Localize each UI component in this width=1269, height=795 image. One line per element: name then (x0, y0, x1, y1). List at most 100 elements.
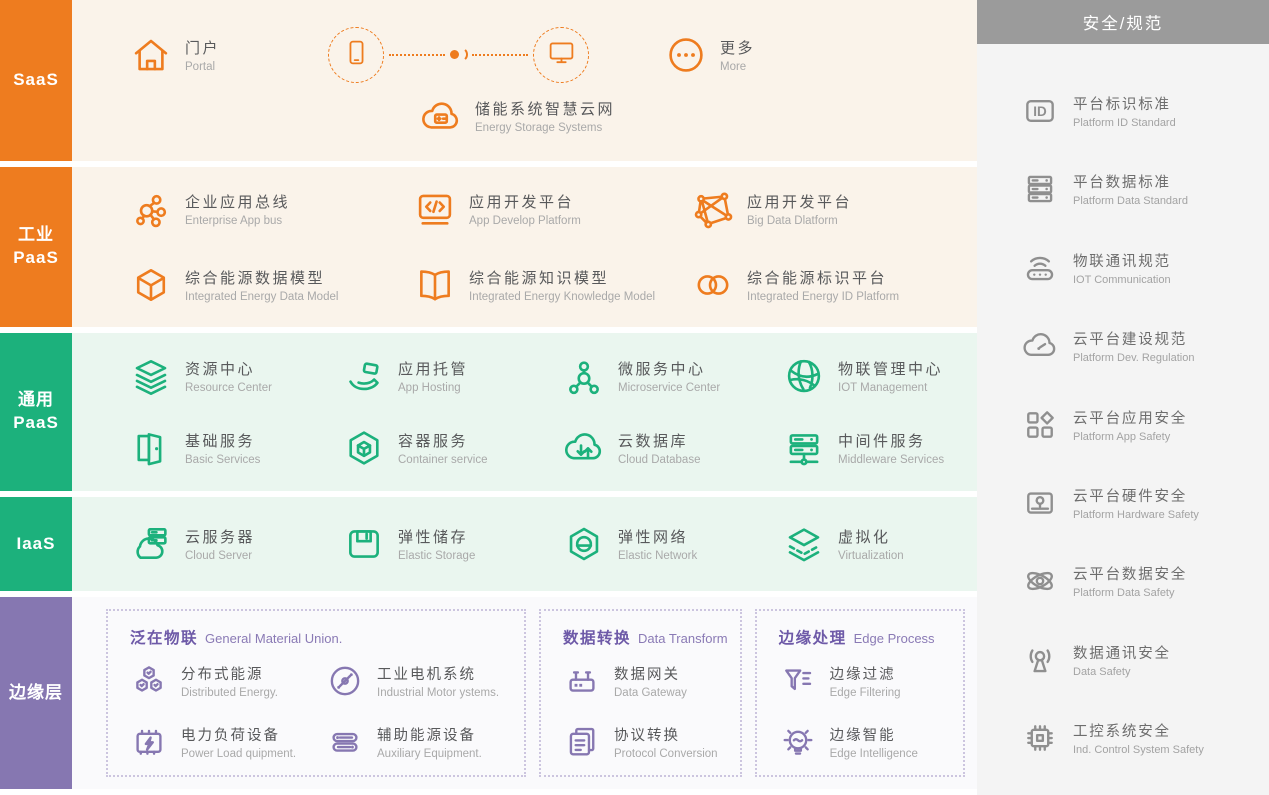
flow-arrow-marker (450, 47, 467, 62)
item-title: 云服务器 (185, 526, 255, 547)
item-subtitle: IOT Communication (1073, 274, 1171, 286)
diagram-item: 企业应用总线Enterprise App bus (130, 188, 414, 230)
item-text: 云数据库Cloud Database (618, 430, 700, 466)
item-subtitle: Protocol Conversion (614, 748, 718, 760)
industrial-paas-band-label: 工业PaaS (0, 167, 72, 327)
diagram-item: 储能系统智慧云网Energy Storage Systems (420, 95, 615, 137)
industrial-paas-items: 企业应用总线Enterprise App bus 应用开发平台App Develo… (72, 167, 977, 327)
edge-group: 边缘处理Edge Process 边缘过滤 Edge Filtering 边缘智能Ed… (755, 609, 965, 777)
iaas-band-label: IaaS (0, 497, 72, 591)
item-title: 弹性储存 (398, 526, 475, 547)
docs-icon (563, 723, 601, 761)
flow-node-monitor (533, 27, 589, 83)
item-subtitle: Microservice Center (618, 382, 720, 394)
item-text: 综合能源标识平台Integrated Energy ID Platform (747, 267, 899, 303)
home-icon (130, 34, 172, 76)
diagram-item: 综合能源标识平台Integrated Energy ID Platform (692, 264, 977, 306)
diagram-item: 应用开发平台Big Data Dlatform (692, 188, 977, 230)
item-subtitle: Edge Filtering (830, 687, 901, 699)
svg-text:ID: ID (1033, 104, 1047, 119)
item-title: 微服务中心 (618, 358, 720, 379)
edge-group-title: 泛在物联 (130, 630, 198, 647)
diagram-item: 分布式能源Distributed Energy. (130, 662, 316, 700)
diagram-item: 边缘过滤 Edge Filtering (779, 662, 951, 700)
cloud-icon (1021, 327, 1059, 365)
general-paas-items: 资源中心Resource Center应用托管App Hosting微服务中心M… (72, 333, 977, 491)
panel-item: 平台数据标准Platform Data Standard (1021, 170, 1261, 208)
edge-group: 泛在物联 General Material Union. 分布式能源Distribu… (106, 609, 526, 777)
edge-group-header: 数据转换Data Transform (563, 626, 728, 648)
edge-group-header: 泛在物联 General Material Union. (130, 626, 512, 648)
item-text: 弹性储存Elastic Storage (398, 526, 475, 562)
cloud-server-icon (130, 523, 172, 565)
item-subtitle: Integrated Energy Data Model (185, 291, 338, 303)
edge-group-header: 边缘处理Edge Process (779, 626, 951, 648)
diagram-item: 云数据库Cloud Database (563, 427, 783, 469)
item-title: 边缘智能 (830, 724, 918, 745)
item-subtitle: Elastic Network (618, 550, 697, 562)
item-text: 弹性网络Elastic Network (618, 526, 697, 562)
panel-item: 云平台建设规范Platform Dev. Regulation (1021, 327, 1261, 365)
diagram-item: 辅助能源设备Auxiliary Equipment. (326, 723, 512, 761)
item-title: 协议转换 (614, 724, 718, 745)
door-icon (130, 427, 172, 469)
diagram-item: 综合能源知识模型Integrated Energy Knowledge Mode… (414, 264, 692, 306)
layer-iaas-content: 云服务器Cloud Server 弹性储存Elastic Storage 弹性网络E… (72, 497, 977, 591)
diagram-item: 云服务器Cloud Server (130, 523, 343, 565)
item-title: 储能系统智慧云网 (475, 98, 615, 119)
item-text: 电力负荷设备Power Load quipment. (181, 724, 296, 760)
iaas-items: 云服务器Cloud Server 弹性储存Elastic Storage 弹性网络E… (72, 497, 977, 591)
diagram-item: 门户Portal (130, 34, 328, 76)
item-text: 容器服务Container service (398, 430, 487, 466)
item-text: 应用开发平台App Develop Platform (469, 191, 581, 227)
item-subtitle: Integrated Energy ID Platform (747, 291, 899, 303)
diagram-item: 应用开发平台App Develop Platform (414, 188, 692, 230)
item-title: 边缘过滤 (830, 663, 901, 684)
diagram-item: 更多 More (665, 34, 755, 76)
flow-node-phone (328, 27, 384, 83)
item-text: 云服务器Cloud Server (185, 526, 255, 562)
wifi-router-icon (1021, 249, 1059, 287)
item-subtitle: Power Load quipment. (181, 748, 296, 760)
diagram-item: 边缘智能Edge Intelligence (779, 723, 951, 761)
edge-group: 数据转换Data Transform数据网关Data Gateway协议转换Pr… (539, 609, 742, 777)
cube-icon (130, 264, 172, 306)
item-subtitle: More (720, 61, 755, 73)
item-title: 应用托管 (398, 358, 468, 379)
item-subtitle: Container service (398, 454, 487, 466)
item-text: 综合能源知识模型Integrated Energy Knowledge Mode… (469, 267, 655, 303)
item-subtitle: Middleware Services (838, 454, 944, 466)
layer-general-paas-content: 资源中心Resource Center应用托管App Hosting微服务中心M… (72, 333, 977, 491)
saas-items: 门户Portal 更多 More 储能系统智慧云网Energy Storage Sys… (72, 0, 977, 161)
item-title: 中间件服务 (838, 430, 944, 451)
monitor-icon (547, 38, 576, 72)
saas-top-row: 门户Portal 更多 More (130, 27, 977, 83)
layers-icon (130, 355, 172, 397)
layer-industrial-paas-content: 企业应用总线Enterprise App bus 应用开发平台App Develo… (72, 167, 977, 327)
diagram-item: 容器服务Container service (343, 427, 563, 469)
layer-industrial-paas: 工业PaaS 企业应用总线Enterprise App bus 应用开发平台App … (0, 167, 977, 327)
item-text: 资源中心Resource Center (185, 358, 272, 394)
item-title: 平台数据标准 (1073, 171, 1188, 192)
item-title: 云平台硬件安全 (1073, 485, 1199, 506)
layer-edge: 边缘层泛在物联General Material Union.分布式能源Distr… (0, 597, 977, 789)
edge-group-title: 边缘处理 (779, 630, 847, 647)
platform-architecture-diagram: SaaS 门户Portal 更多 More 储能系统智慧云网Energy Storage… (0, 0, 1269, 795)
item-title: 更多 (720, 37, 755, 58)
item-text: 中间件服务 Middleware Services (838, 430, 944, 466)
item-title: 云数据库 (618, 430, 700, 451)
server-stack-icon (783, 427, 825, 469)
saas-bottom-row: 储能系统智慧云网Energy Storage Systems (420, 95, 977, 137)
item-subtitle: Data Gateway (614, 687, 687, 699)
cloud-db-icon (563, 427, 605, 469)
hexagons-icon (130, 662, 168, 700)
diagram-item: 电力负荷设备Power Load quipment. (130, 723, 316, 761)
item-title: 工业电机系统 (377, 663, 499, 684)
panel-items: ID平台标识标准Platform ID Standard平台数据标准Platfo… (977, 44, 1269, 795)
hex-cube-icon (343, 427, 385, 469)
edge-group-subtitle: General Material Union. (205, 631, 342, 646)
item-title: 物联通讯规范 (1073, 250, 1171, 271)
saas-band-label: SaaS (0, 0, 72, 161)
storage-icon (343, 523, 385, 565)
item-subtitle: Platform Dev. Regulation (1073, 352, 1194, 364)
